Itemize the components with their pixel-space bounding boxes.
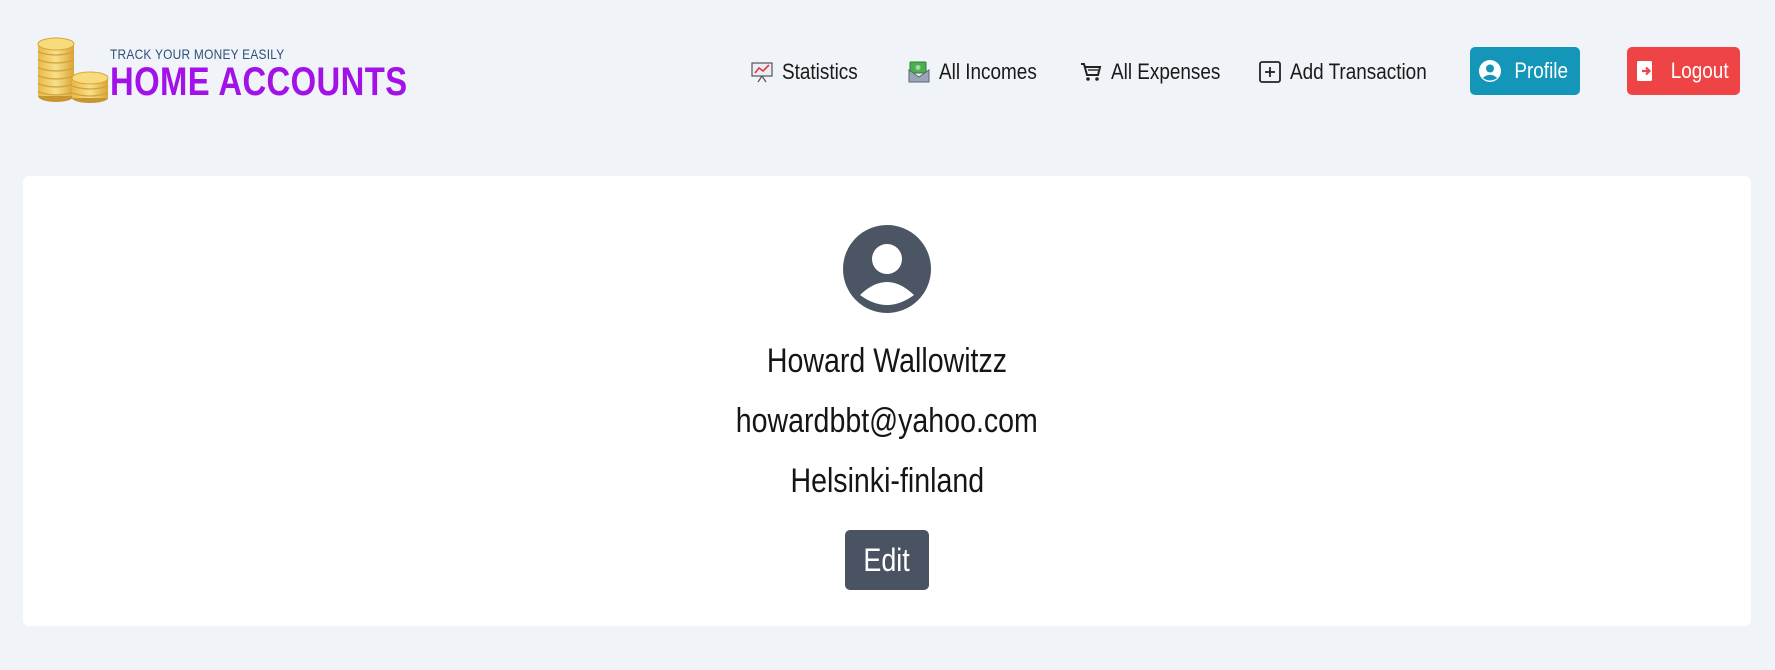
nav-add-transaction[interactable]: Add Transaction [1258, 52, 1449, 92]
nav-all-expenses-label: All Expenses [1111, 59, 1221, 84]
profile-button-label: Profile [1514, 58, 1568, 83]
profile-location: Helsinki-finland [23, 462, 1751, 501]
edit-button[interactable]: Edit [845, 530, 929, 590]
profile-location-text: Helsinki-finland [790, 462, 984, 500]
logout-icon [1636, 61, 1652, 81]
profile-name-text: Howard Wallowitzz [766, 342, 1008, 380]
nav-statistics[interactable]: Statistics [750, 52, 870, 92]
navbar: TRACK YOUR MONEY EASILY HOME ACCOUNTS St… [0, 0, 1775, 150]
nav-all-incomes[interactable]: All Incomes [907, 52, 1053, 92]
statistics-chart-icon [751, 62, 773, 83]
profile-email: howardbbt@yahoo.com [23, 402, 1751, 441]
profile-name: Howard Wallowitzz [23, 342, 1751, 381]
edit-button-label: Edit [863, 541, 911, 578]
money-envelope-icon [908, 61, 930, 83]
profile-email-text: howardbbt@yahoo.com [735, 402, 1039, 440]
brand-title: HOME ACCOUNTS [110, 60, 408, 104]
nav-statistics-label: Statistics [782, 59, 858, 84]
nav-all-expenses[interactable]: All Expenses [1079, 52, 1238, 92]
user-circle-icon [843, 225, 931, 313]
profile-card: Howard Wallowitzz howardbbt@yahoo.com He… [23, 176, 1751, 626]
nav-add-transaction-label: Add Transaction [1290, 59, 1427, 84]
user-circle-icon [1478, 60, 1501, 82]
profile-button[interactable]: Profile [1470, 47, 1580, 95]
coin-stack-icon [37, 37, 109, 103]
logout-button-label: Logout [1670, 58, 1729, 83]
brand-logo[interactable]: TRACK YOUR MONEY EASILY HOME ACCOUNTS [34, 36, 407, 106]
plus-square-icon [1259, 61, 1281, 83]
logout-button[interactable]: Logout [1627, 47, 1740, 95]
nav-all-incomes-label: All Incomes [939, 59, 1037, 84]
shopping-cart-icon [1081, 63, 1102, 81]
